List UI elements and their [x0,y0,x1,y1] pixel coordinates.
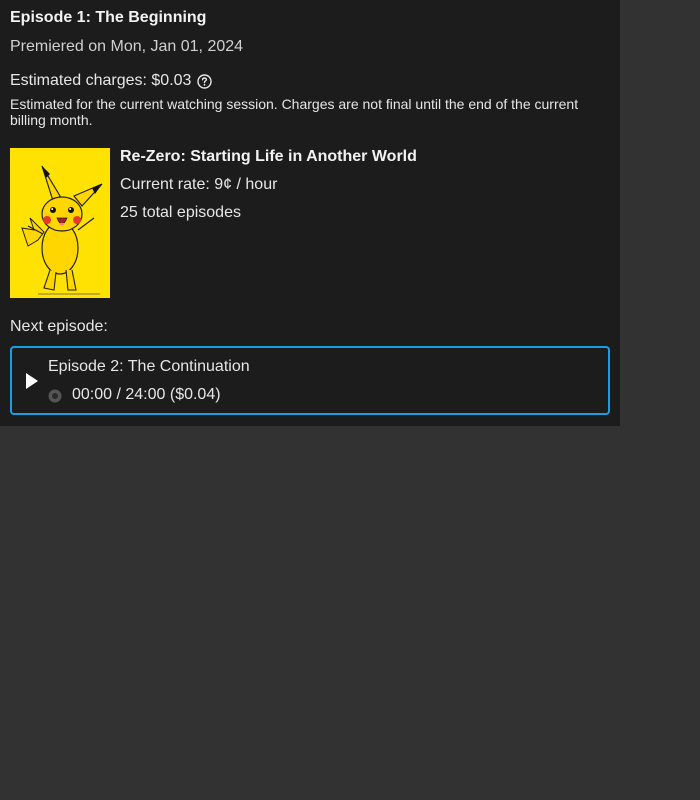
episode-title: Episode 1: The Beginning [10,9,207,26]
question-circle-icon[interactable] [197,73,213,89]
show-poster [10,148,110,298]
play-icon[interactable] [24,372,40,390]
premiere-date: Premiered on Mon, Jan 01, 2024 [10,38,244,55]
show-title: Re-Zero: Starting Life in Another World [120,148,417,165]
next-episode-label: Next episode: [10,318,108,335]
next-episode-progress: 00:00 / 24:00 ($0.04) [72,386,221,403]
total-episodes: 25 total episodes [120,204,241,221]
estimated-charges: Estimated charges: $0.03 [10,72,213,90]
episode-panel: Episode 1: The Beginning Premiered on Mo… [0,0,620,426]
progress-indicator-icon [48,389,62,403]
charges-note: Estimated for the current watching sessi… [10,96,579,128]
charges-label: Estimated charges: $0.03 [10,72,192,89]
next-episode-card[interactable]: Episode 2: The Continuation 00:00 / 24:0… [10,346,610,415]
current-rate: Current rate: 9¢ / hour [120,176,278,193]
next-episode-title: Episode 2: The Continuation [48,358,250,375]
